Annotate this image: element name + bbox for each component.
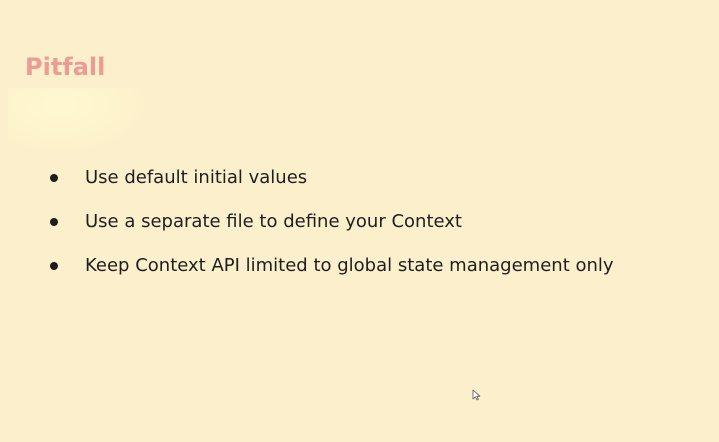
background-highlight [8, 88, 158, 158]
bullet-dot-icon [50, 218, 58, 226]
mouse-pointer-icon [472, 389, 481, 401]
bullet-list: Use default initial values Use a separat… [0, 163, 719, 295]
slide: Pitfall Use default initial values Use a… [0, 0, 719, 442]
bullet-dot-icon [50, 174, 58, 182]
slide-title: Pitfall [25, 53, 106, 81]
bullet-text: Use a separate file to define your Conte… [85, 211, 462, 232]
bullet-dot-icon [50, 262, 58, 270]
bullet-text: Keep Context API limited to global state… [85, 255, 614, 276]
bullet-item: Keep Context API limited to global state… [0, 251, 719, 295]
bullet-text: Use default initial values [85, 167, 308, 188]
bullet-item: Use default initial values [0, 163, 719, 207]
bullet-item: Use a separate file to define your Conte… [0, 207, 719, 251]
